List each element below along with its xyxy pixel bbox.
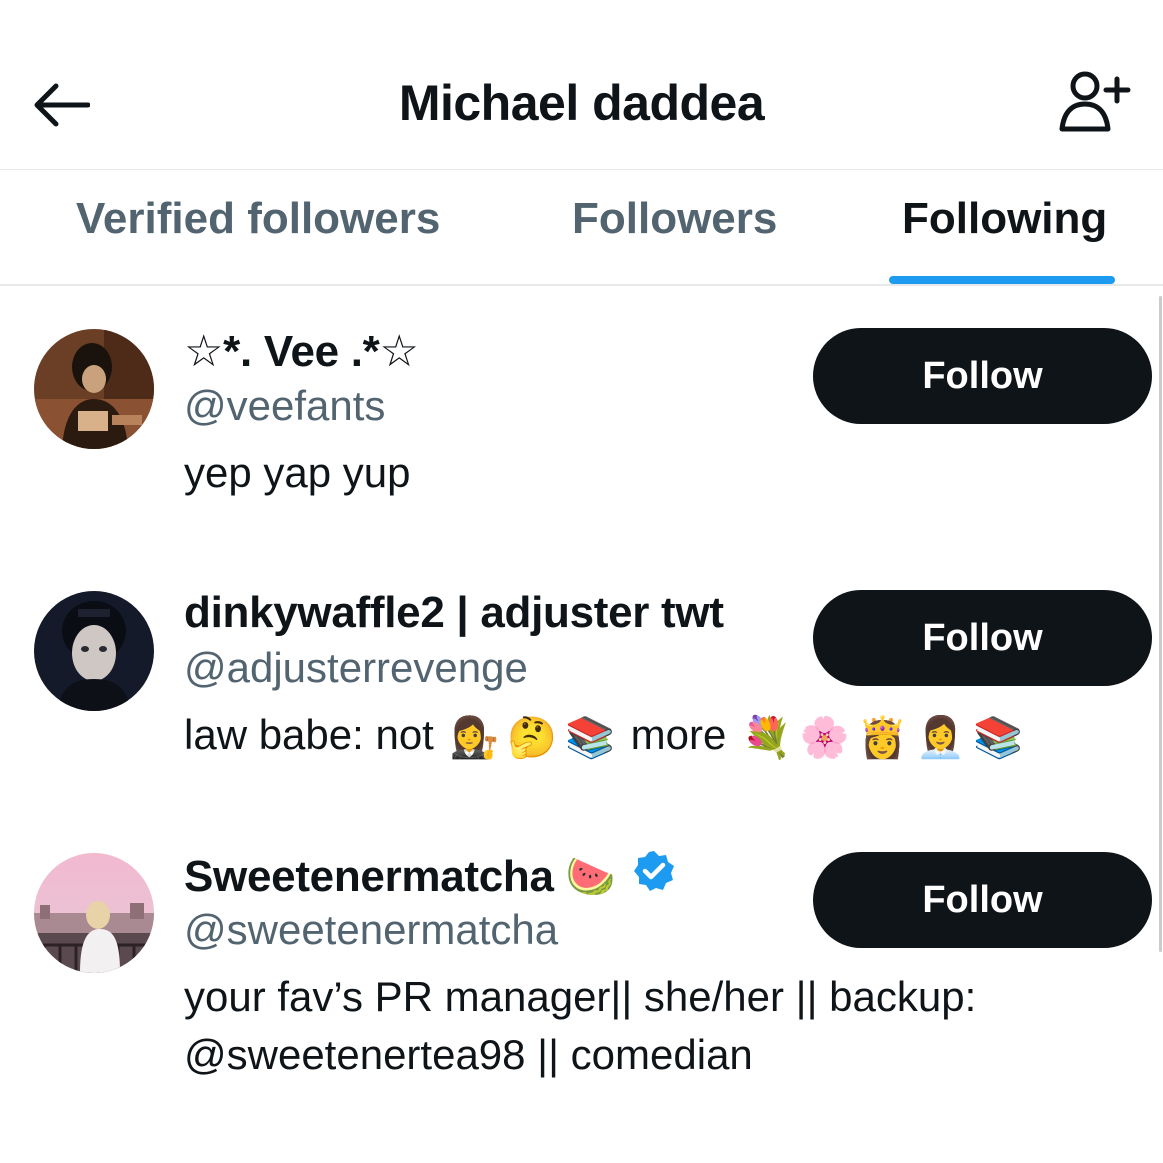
top-app-bar: Michael daddea <box>0 0 1163 170</box>
avatar[interactable] <box>34 591 154 711</box>
user-bio: yep yap yup <box>184 449 411 496</box>
emoji-books: 📚 <box>973 715 1024 760</box>
emoji-thinking-face: 🤔 <box>507 715 558 760</box>
page-title: Michael daddea <box>398 75 765 131</box>
avatar[interactable] <box>34 853 154 973</box>
follow-button[interactable]: Follow <box>813 590 1152 686</box>
user-display-name-text: Sweetenermatcha <box>184 851 554 901</box>
bio-text-prefix: law babe: not <box>184 711 434 758</box>
user-handle[interactable]: @sweetenermatcha <box>184 906 558 954</box>
user-bio: your fav’s PR manager|| she/her || backu… <box>184 968 976 1084</box>
emoji-watermelon: 🍉 <box>565 855 616 899</box>
scrollbar[interactable] <box>1159 296 1162 952</box>
add-user-icon <box>1059 71 1131 132</box>
tab-verified-followers[interactable]: Verified followers <box>76 194 440 244</box>
verified-badge-icon[interactable] <box>633 850 675 903</box>
bio-line: your fav’s PR manager|| she/her || backu… <box>184 973 977 1020</box>
emoji-cherry-blossom: 🌸 <box>799 715 850 760</box>
emoji-books: 📚 <box>565 715 615 760</box>
user-display-name[interactable]: dinkywaffle2 | adjuster twt <box>184 588 724 638</box>
bio-text-middle: more <box>630 711 727 758</box>
tab-bar: Verified followers Followers Following <box>0 170 1163 285</box>
bio-line: @sweetenertea98 || comedian <box>184 1031 753 1078</box>
emoji-woman-judge: 👩‍⚖️ <box>449 715 500 760</box>
emoji-woman-office-worker: 👩‍💼 <box>915 715 966 760</box>
follow-button[interactable]: Follow <box>813 852 1152 948</box>
active-tab-indicator <box>889 276 1115 284</box>
emoji-bouquet: 💐 <box>742 715 792 760</box>
user-handle[interactable]: @adjusterrevenge <box>184 644 528 692</box>
tab-followers[interactable]: Followers <box>572 194 777 244</box>
tab-following[interactable]: Following <box>902 194 1107 244</box>
follow-button[interactable]: Follow <box>813 328 1152 424</box>
tabs-divider <box>0 284 1163 286</box>
avatar[interactable] <box>34 329 154 449</box>
user-display-name[interactable]: ☆*. Vee .*☆ <box>184 326 419 377</box>
user-display-name[interactable]: Sweetenermatcha 🍉 <box>184 850 675 903</box>
user-handle[interactable]: @veefants <box>184 382 385 430</box>
emoji-princess: 👸 <box>857 715 908 760</box>
add-user-button[interactable] <box>1056 66 1136 136</box>
user-bio: law babe: not 👩‍⚖️ 🤔 📚 more 💐 🌸 👸 👩‍💼 📚 <box>184 706 1027 767</box>
